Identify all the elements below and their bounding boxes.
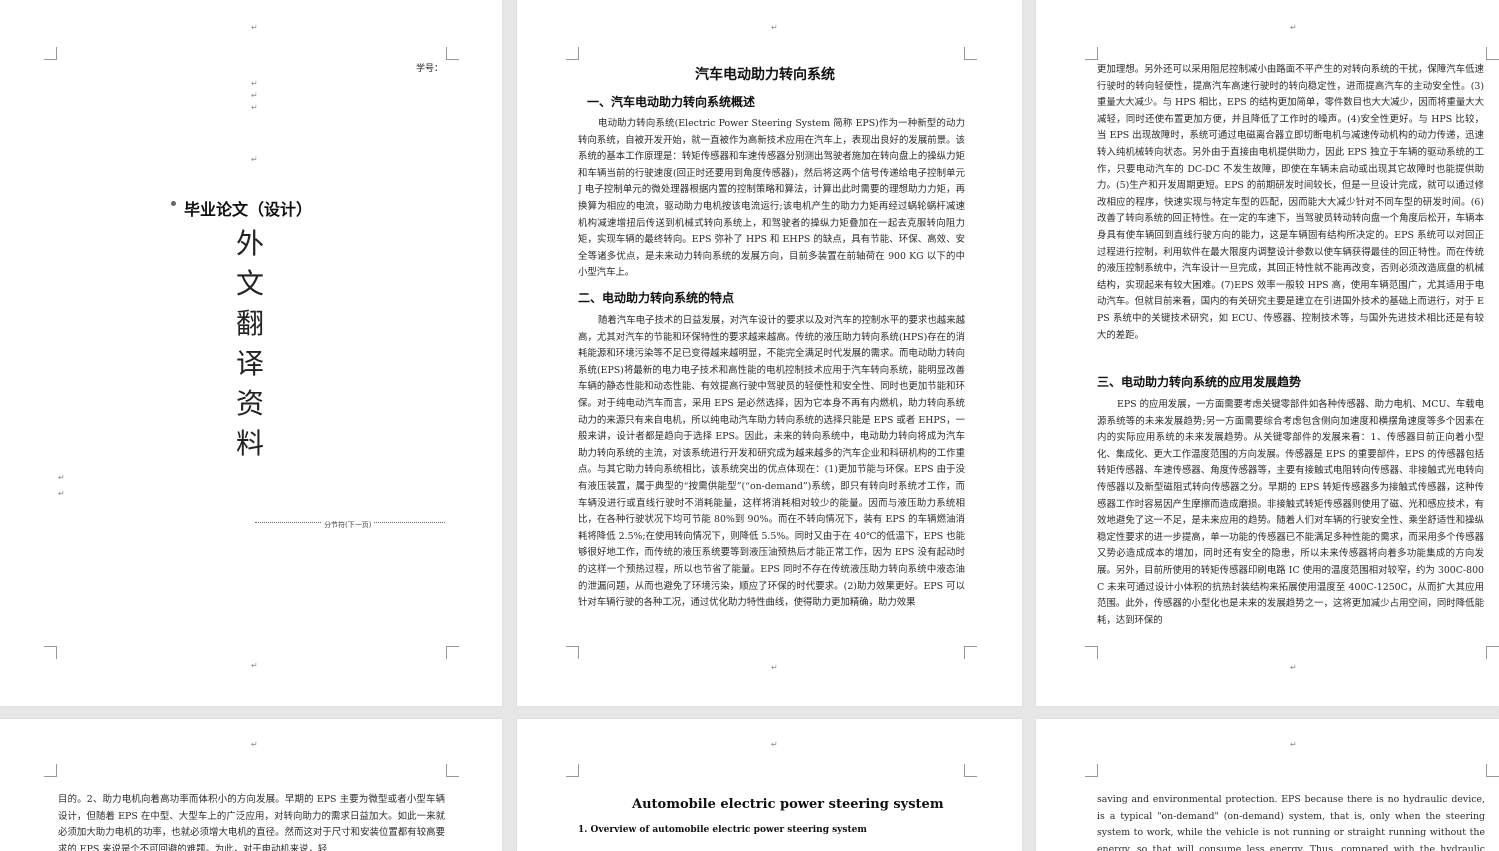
body-paragraph: 随着汽车电子技术的日益发展，对汽车设计的要求以及对汽车的控制水平的要求也越来越高… (578, 315, 965, 609)
paragraph-mark: ↵ (251, 91, 258, 100)
paragraph-mark: ↵ (251, 23, 258, 32)
paragraph-mark: ↵ (58, 473, 65, 482)
english-source-page-2: ↵ saving and environmental protection. E… (1036, 719, 1499, 851)
paragraph-mark: ↵ (1290, 740, 1297, 749)
vertical-title-char: 文 (236, 267, 265, 300)
crop-mark (44, 764, 57, 777)
paragraph-mark: ↵ (251, 103, 258, 112)
body-paragraph: 目的。2、助力电机向着高功率而体积小的方向发展。早期的 EPS 主要为微型或者小… (58, 794, 445, 851)
crop-mark (566, 47, 579, 60)
crop-mark (44, 646, 57, 659)
crop-mark (964, 764, 977, 777)
body-paragraph: saving and environmental protection. EPS… (1097, 794, 1485, 851)
cover-title: 毕业论文（设计） (184, 200, 313, 219)
section-heading: 三、电动助力转向系统的应用发展趋势 (1097, 375, 1302, 389)
body-paragraph: EPS 的应用发展，一方面需要考虑关键零部件如各种传感器、助力电机、MCU、车载… (1097, 399, 1484, 626)
crop-mark (566, 764, 579, 777)
document-title: Automobile electric power steering syste… (632, 797, 944, 812)
crop-mark (566, 646, 579, 659)
paragraph-mark: ↵ (251, 155, 258, 164)
crop-mark (1085, 47, 1098, 60)
paragraph-mark: ↵ (1290, 23, 1297, 32)
vertical-title-char: 资 (236, 387, 265, 420)
bullet-icon (171, 201, 176, 206)
paragraph-mark: ↵ (1290, 663, 1297, 672)
document-title: 汽车电动助力转向系统 (695, 67, 835, 83)
crop-mark (964, 47, 977, 60)
crop-mark (446, 646, 459, 659)
crop-mark (1085, 646, 1098, 659)
body-paragraph: 电动助力转向系统(Electric Power Steering System … (578, 118, 965, 279)
section-heading: 1. Overview of automobile electric power… (578, 825, 867, 835)
paragraph-mark: ↵ (771, 740, 778, 749)
body-paragraph: 更加理想。另外还可以采用阻尼控制减小由路面不平产生的对转向系统的干扰，保障汽车低… (1097, 64, 1484, 341)
section-break-label: 分节符(下一页) (322, 520, 374, 530)
cover-page: ↵ ↵ ↵ ↵ ↵ ↵ ↵ ↵ 学号： 毕业论文（设计） 外 文 翻 译 资 料… (0, 0, 502, 706)
paragraph-mark: ↵ (58, 489, 65, 498)
vertical-title-char: 译 (236, 347, 265, 380)
paragraph-mark: ↵ (771, 663, 778, 672)
crop-mark (446, 47, 459, 60)
paragraph-mark: ↵ (771, 23, 778, 32)
section-heading: 二、电动助力转向系统的特点 (578, 291, 735, 305)
crop-mark (964, 646, 977, 659)
chinese-translation-page-1: ↵ ↵ 汽车电动助力转向系统 一、汽车电动助力转向系统概述 电动助力转向系统(E… (517, 0, 1022, 706)
paragraph-mark: ↵ (251, 740, 258, 749)
student-number-label: 学号： (416, 64, 444, 74)
chinese-translation-page-2: ↵ ↵ 更加理想。另外还可以采用阻尼控制减小由路面不平产生的对转向系统的干扰，保… (1036, 0, 1499, 706)
paragraph-mark: ↵ (251, 79, 258, 88)
vertical-title-char: 料 (236, 427, 265, 460)
crop-mark (1486, 764, 1499, 777)
crop-mark (1486, 47, 1499, 60)
english-source-page-1: ↵ Automobile electric power steering sys… (517, 719, 1022, 851)
crop-mark (44, 47, 57, 60)
vertical-title-char: 翻 (236, 307, 265, 340)
crop-mark (1486, 646, 1499, 659)
paragraph-mark: ↵ (251, 661, 258, 670)
section-heading: 一、汽车电动助力转向系统概述 (587, 95, 756, 109)
vertical-title-char: 外 (236, 227, 265, 260)
chinese-translation-page-3: ↵ 目的。2、助力电机向着高功率而体积小的方向发展。早期的 EPS 主要为微型或… (0, 719, 502, 851)
crop-mark (446, 764, 459, 777)
crop-mark (1085, 764, 1098, 777)
